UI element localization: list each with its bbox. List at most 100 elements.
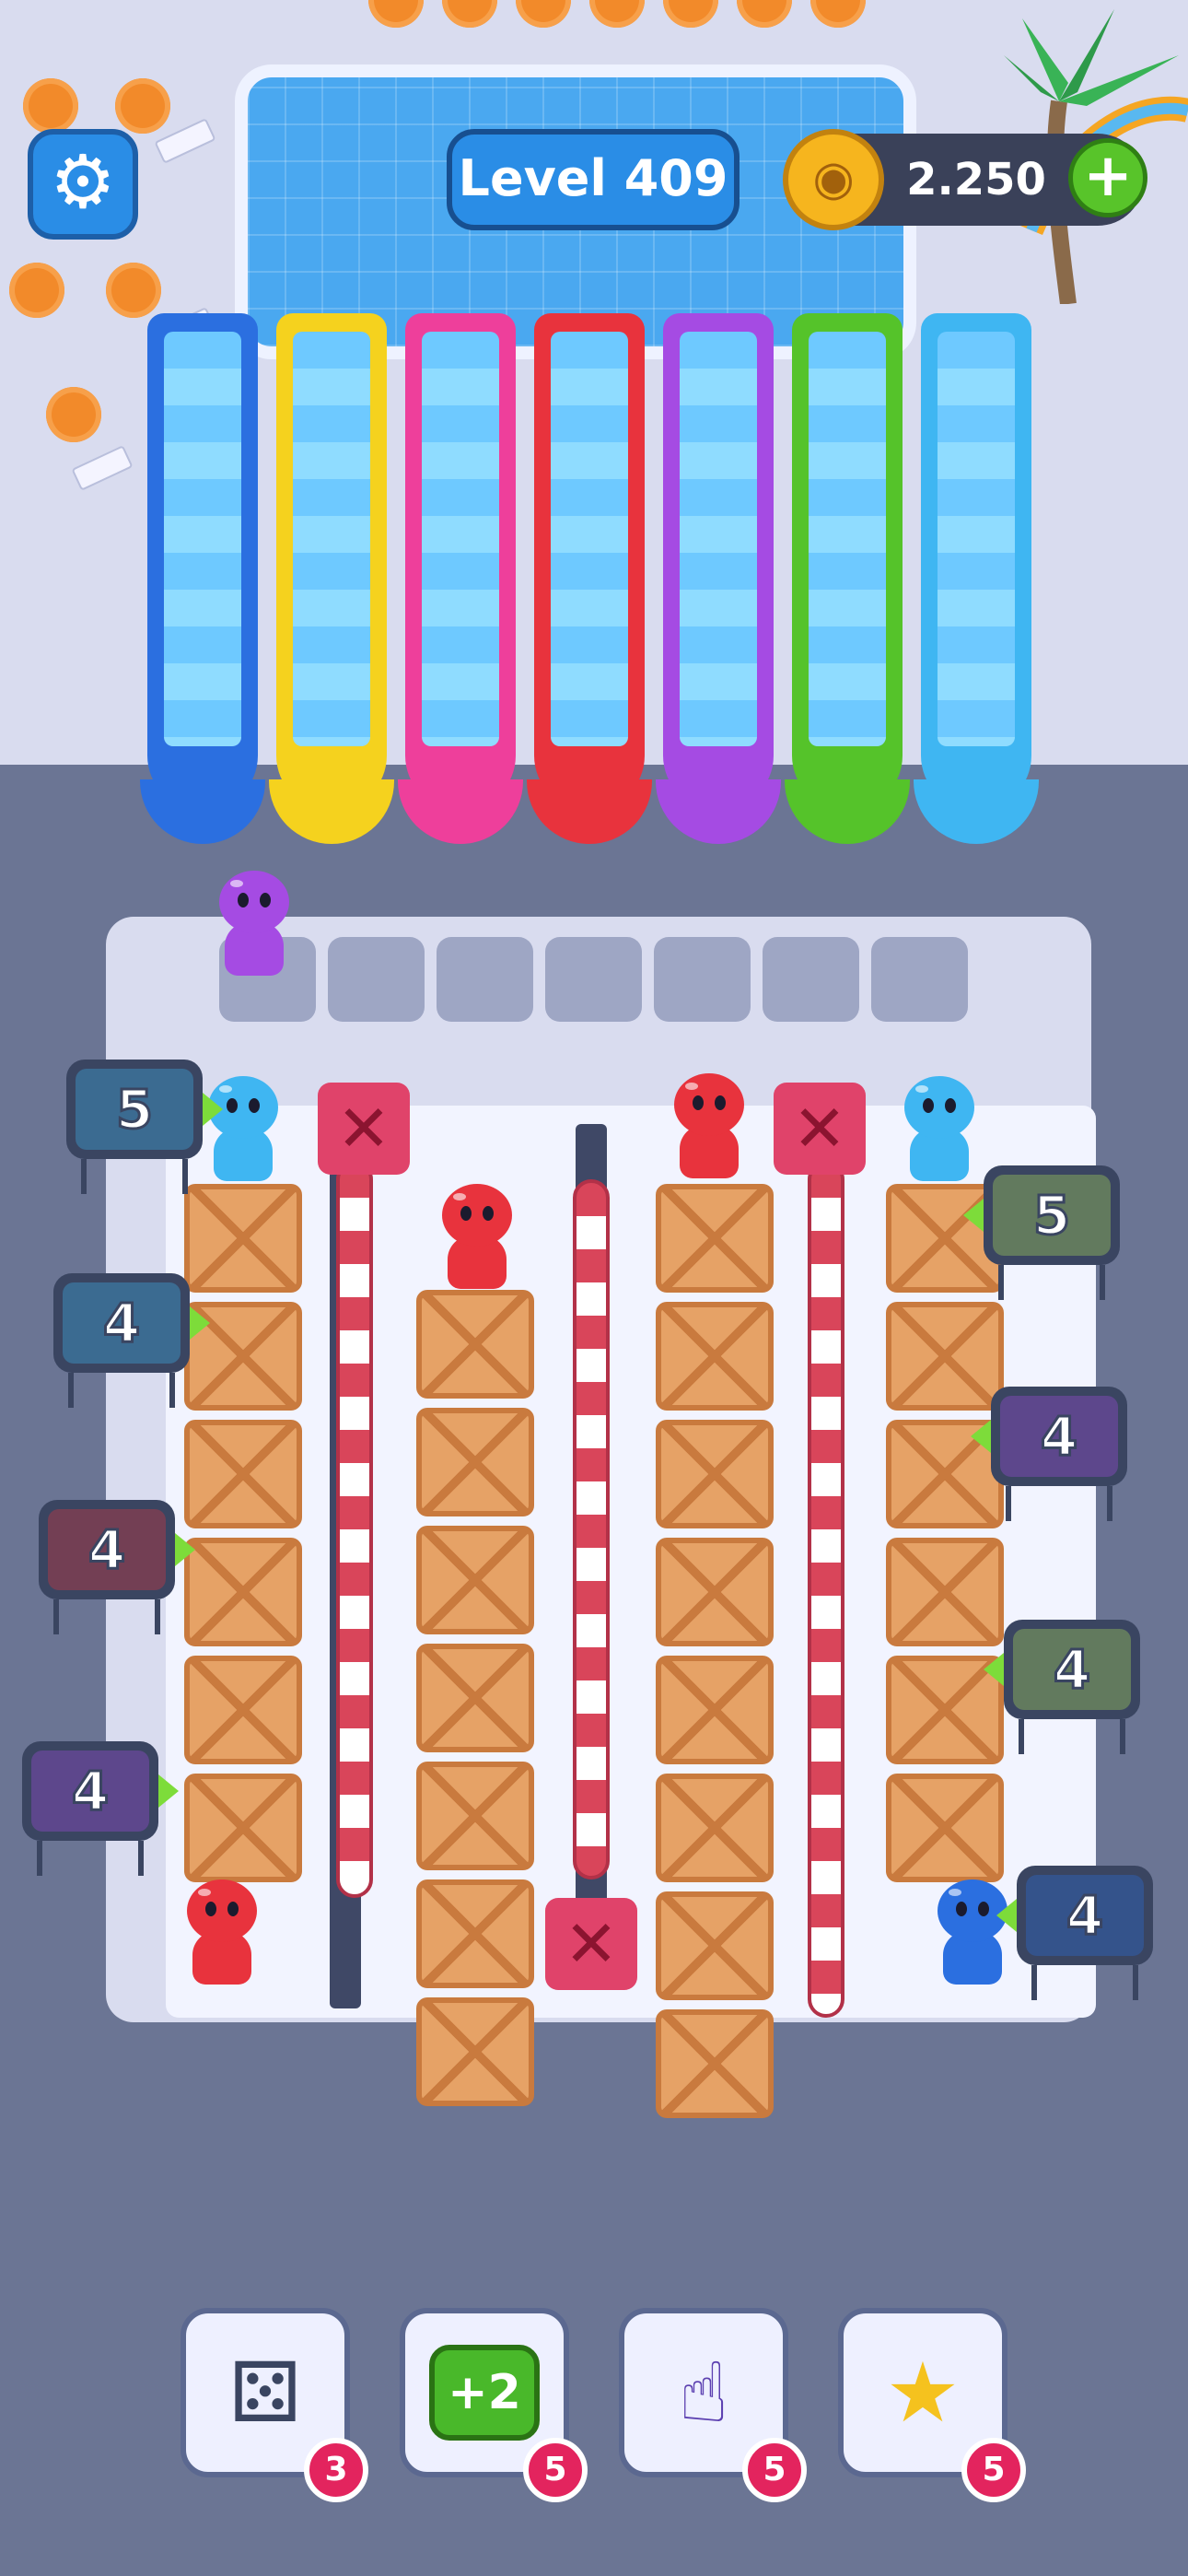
character-eye — [483, 1206, 494, 1221]
slide-purple — [656, 313, 781, 844]
crate[interactable] — [886, 1774, 1004, 1882]
crate[interactable] — [656, 1420, 774, 1528]
coin-count: 2.250 — [906, 154, 1046, 205]
crate[interactable] — [656, 1774, 774, 1882]
slide-green — [785, 313, 910, 844]
crate[interactable] — [416, 1644, 534, 1752]
booster-count-badge: 3 — [304, 2438, 368, 2502]
spawn-box-window: 4 — [1000, 1396, 1118, 1477]
character-shine — [685, 1083, 698, 1090]
board-character[interactable] — [930, 1879, 1015, 1990]
slide-water — [422, 332, 499, 746]
spawn-box-right[interactable]: 5 — [963, 1165, 1120, 1300]
spawn-box-stand — [1019, 1719, 1125, 1754]
character-eye — [249, 1098, 260, 1113]
umbrella-icon — [46, 387, 101, 442]
arrow-right-icon — [190, 1306, 210, 1340]
crate[interactable] — [184, 1184, 302, 1293]
coin-icon: ◉ — [783, 129, 884, 230]
arrow-right-icon — [203, 1093, 223, 1126]
crate[interactable] — [416, 1526, 534, 1634]
character-head — [904, 1076, 974, 1139]
character-head — [442, 1184, 512, 1247]
crate[interactable] — [886, 1302, 1004, 1411]
plus-two-icon: +2 — [424, 2332, 545, 2453]
slide-water — [680, 332, 757, 746]
slide-water — [164, 332, 241, 746]
spawn-count: 4 — [1065, 1883, 1104, 1949]
settings-button[interactable]: ⚙ — [28, 129, 138, 240]
spawn-count: 4 — [87, 1517, 126, 1583]
character-eye — [227, 1902, 239, 1916]
crate[interactable] — [416, 1408, 534, 1516]
queue-slot — [328, 937, 425, 1022]
add-coins-button[interactable]: + — [1068, 138, 1147, 217]
crate[interactable] — [184, 1774, 302, 1882]
umbrella-icon — [115, 78, 170, 134]
crate[interactable] — [886, 1538, 1004, 1646]
spawn-box-right[interactable]: 4 — [971, 1387, 1127, 1521]
character-eye — [923, 1098, 934, 1113]
spawn-box-right[interactable]: 4 — [996, 1866, 1153, 2000]
booster-count-badge: 5 — [523, 2438, 588, 2502]
blocked-cell-icon: ✕ — [545, 1898, 637, 1990]
arrow-right-icon — [175, 1533, 195, 1566]
character-shine — [949, 1889, 961, 1896]
slide-water — [551, 332, 628, 746]
spawn-box-left[interactable]: 4 — [22, 1741, 179, 1876]
slide-water — [293, 332, 370, 746]
spawn-box-left[interactable]: 5 — [66, 1060, 223, 1194]
character-eye — [956, 1902, 967, 1916]
crate[interactable] — [184, 1420, 302, 1528]
blocked-cell-icon: ✕ — [318, 1083, 410, 1175]
crate[interactable] — [656, 1538, 774, 1646]
crate[interactable] — [656, 1184, 774, 1293]
arrow-left-icon — [996, 1899, 1017, 1932]
crate[interactable] — [184, 1656, 302, 1764]
spawn-box-stand — [53, 1599, 160, 1634]
crate[interactable] — [656, 2009, 774, 2118]
character-shine — [198, 1889, 211, 1896]
spawn-box-stand — [68, 1373, 175, 1408]
crate[interactable] — [184, 1538, 302, 1646]
crate[interactable] — [656, 1656, 774, 1764]
arrow-left-icon — [984, 1653, 1004, 1686]
crate[interactable] — [416, 1762, 534, 1870]
board-character[interactable] — [897, 1076, 982, 1187]
spawn-box-stand — [81, 1159, 188, 1194]
spawn-box-window: 5 — [76, 1069, 193, 1150]
spawn-box-window: 4 — [63, 1282, 181, 1364]
character-eye — [945, 1098, 956, 1113]
character-shine — [915, 1085, 928, 1093]
spawn-count: 5 — [114, 1077, 154, 1142]
umbrella-icon — [106, 263, 161, 318]
dice-icon: ⚄ — [228, 2344, 302, 2441]
board-character[interactable] — [435, 1184, 519, 1294]
umbrella-icon — [23, 78, 78, 134]
arrow-right-icon — [158, 1774, 179, 1808]
magic-wand-icon: ★ — [885, 2344, 961, 2441]
booster-count-badge: 5 — [742, 2438, 807, 2502]
character-eye — [460, 1206, 472, 1221]
spawn-box-left[interactable]: 4 — [39, 1500, 195, 1634]
crate[interactable] — [656, 1891, 774, 2000]
arrow-left-icon — [963, 1199, 984, 1232]
barrier-pole — [808, 1161, 844, 2018]
crate[interactable] — [656, 1302, 774, 1411]
board-character[interactable] — [180, 1879, 264, 1990]
queue-slot — [545, 937, 642, 1022]
character-head — [187, 1879, 257, 1942]
crate[interactable] — [416, 1997, 534, 2106]
slide-blue — [140, 313, 265, 844]
board-character[interactable] — [667, 1073, 751, 1184]
barrier-pole — [336, 1161, 373, 1898]
character-eye — [205, 1902, 216, 1916]
plus-two-label: +2 — [429, 2345, 540, 2441]
level-badge: Level 409 — [447, 129, 740, 230]
crate[interactable] — [416, 1290, 534, 1399]
waiting-character[interactable] — [212, 871, 297, 981]
slide-light-blue — [914, 313, 1039, 844]
crate[interactable] — [416, 1879, 534, 1988]
spawn-box-right[interactable]: 4 — [984, 1620, 1140, 1754]
spawn-box-left[interactable]: 4 — [53, 1273, 210, 1408]
